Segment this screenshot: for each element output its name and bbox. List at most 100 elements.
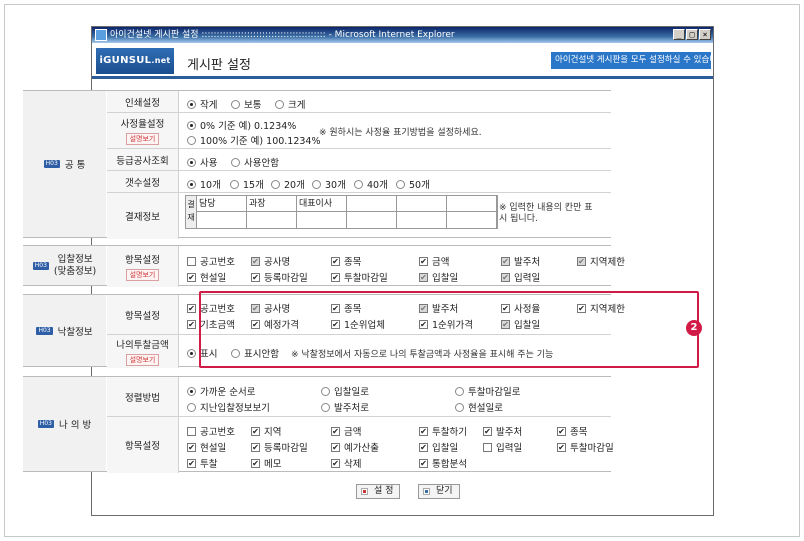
section-label: 공 통 bbox=[64, 160, 86, 171]
row-rate: 사정율설정설명보기 0% 기준 예) 0.1234% 100% 기준 예) 10… bbox=[107, 113, 611, 149]
rate-note: ※ 원하시는 사정율 표기방법을 설정하세요. bbox=[319, 128, 482, 138]
approval-cell[interactable] bbox=[447, 196, 497, 212]
approval-note: ※ 입력한 내용의 칸만 표시 됩니다. bbox=[499, 203, 593, 224]
window-title: 아이건설넷 게시판 설정 :::::::::::::::::::::::::::… bbox=[110, 30, 455, 40]
radio-count-40[interactable]: 40개 bbox=[354, 177, 388, 191]
row-label: 사정율설정 bbox=[120, 119, 165, 130]
row-approval: 결재정보 결재 담당 과장 대표이사 ※ 입력한 내용의 칸만 표시 됩니다. bbox=[107, 193, 611, 239]
radio-sort-near[interactable]: 가까운 순서로 bbox=[187, 384, 255, 398]
radio-sort-bid[interactable]: 입찰일로 bbox=[321, 384, 369, 398]
section-label: 나 의 방 bbox=[58, 420, 92, 431]
approval-cell-empty[interactable] bbox=[297, 212, 347, 228]
checkbox-item[interactable]: ✔ 입찰일 bbox=[419, 270, 458, 284]
help-button[interactable]: 설명보기 bbox=[125, 133, 160, 145]
approval-cell-empty[interactable] bbox=[197, 212, 247, 228]
checkbox-item[interactable]: ✔ 메모 bbox=[251, 456, 281, 470]
checkbox-item[interactable]: ✔ 지역제한 bbox=[577, 254, 625, 268]
title-bar: 아이건설넷 게시판 설정 :::::::::::::::::::::::::::… bbox=[92, 27, 713, 43]
row-label: 항목설정 bbox=[125, 310, 160, 322]
approval-cell-empty[interactable] bbox=[447, 212, 497, 228]
radio-print-small[interactable]: 작게 bbox=[187, 97, 217, 111]
close-button[interactable]: 닫기 bbox=[418, 484, 460, 499]
checkbox-item[interactable]: ✔ 삭제 bbox=[331, 456, 361, 470]
help-button[interactable]: 설명보기 bbox=[125, 269, 160, 281]
radio-count-30[interactable]: 30개 bbox=[312, 177, 346, 191]
checkbox-item[interactable]: ✔ 등록마감일 bbox=[251, 440, 308, 454]
row-label: 결재정보 bbox=[125, 212, 160, 223]
checkbox-item[interactable]: 공고번호 bbox=[187, 424, 235, 438]
row-label: 항목설정 bbox=[125, 255, 160, 266]
radio-grade-nouse[interactable]: 사용안함 bbox=[231, 155, 279, 169]
checkbox-item[interactable]: 공고번호 bbox=[187, 254, 235, 268]
set-all-button[interactable]: 아이건설넷 게시판을 모두 설정하실 수 있습니다. bbox=[551, 52, 711, 69]
save-button[interactable]: 설 정 bbox=[356, 484, 401, 499]
checkbox-item[interactable]: ✔ 현설일 bbox=[187, 270, 226, 284]
radio-grade-use[interactable]: 사용 bbox=[187, 155, 217, 169]
row-label: 갯수설정 bbox=[125, 177, 160, 189]
row-sort: 정렬방법 가까운 순서로 입찰일로 투찰마감일로 지난입찰정보보기 발주처로 현… bbox=[107, 377, 611, 417]
row-count: 갯수설정 10개 15개 20개 30개 40개 50개 bbox=[107, 171, 611, 193]
minimize-button[interactable]: _ bbox=[673, 29, 685, 40]
page-header: iGUNSUL.net 게시판 설정 아이건설넷 게시판을 모두 설정하실 수 … bbox=[92, 43, 713, 79]
row-label: 인쇄설정 bbox=[125, 97, 160, 109]
checkbox-item[interactable]: ✔ 금액 bbox=[419, 254, 449, 268]
section-tag: H03 bbox=[32, 261, 49, 270]
checkbox-item[interactable]: ✔ 투찰마감일 bbox=[557, 440, 614, 454]
section-tag: H03 bbox=[43, 160, 60, 168]
radio-print-normal[interactable]: 보통 bbox=[231, 97, 261, 111]
row-label: 정렬방법 bbox=[125, 392, 160, 404]
approval-cell[interactable]: 대표이사 bbox=[297, 196, 347, 212]
radio-print-large[interactable]: 크게 bbox=[275, 97, 305, 111]
checkbox-item[interactable]: ✔ 종목 bbox=[331, 254, 361, 268]
approval-cell-empty[interactable] bbox=[247, 212, 297, 228]
radio-count-10[interactable]: 10개 bbox=[187, 177, 221, 191]
section-label: 낙찰정보 bbox=[57, 326, 93, 338]
approval-cell[interactable]: 담당 bbox=[197, 196, 247, 212]
checkbox-item[interactable]: ✔ 발주처 bbox=[501, 254, 540, 268]
radio-rate-100[interactable]: 100% 기준 예) 100.1234% bbox=[187, 133, 321, 147]
radio-count-20[interactable]: 20개 bbox=[271, 177, 305, 191]
section-bid: H03 입찰정보 (맞춤정보) 항목설정 설명보기 공고번호 ✔ 공사명 ✔ 종목 ✔ 금액 ✔ 발주… bbox=[23, 245, 625, 287]
checkbox-item[interactable]: ✔ 입력일 bbox=[501, 270, 540, 284]
checkbox-item[interactable]: 입력일 bbox=[483, 440, 522, 454]
radio-sort-deadline[interactable]: 투찰마감일로 bbox=[455, 384, 520, 398]
approval-cell-empty[interactable] bbox=[347, 212, 397, 228]
row-label: 나의투찰금액 bbox=[116, 340, 169, 351]
ie-icon bbox=[95, 29, 107, 41]
approval-table: 결재 담당 과장 대표이사 bbox=[185, 195, 498, 229]
approval-cell[interactable] bbox=[397, 196, 447, 212]
checkbox-item[interactable]: ✔ 발주처 bbox=[483, 424, 522, 438]
row-bid-items: 항목설정설명보기 공고번호 ✔ 공사명 ✔ 종목 ✔ 금액 ✔ 발주처 ✔ 지역제한 ✔ 현설일 ✔ 등록마… bbox=[107, 246, 625, 287]
maximize-button[interactable]: □ bbox=[686, 29, 698, 40]
approval-cell[interactable]: 과장 bbox=[247, 196, 297, 212]
approval-cell-empty[interactable] bbox=[397, 212, 447, 228]
checkbox-item[interactable]: ✔ 공사명 bbox=[251, 254, 290, 268]
radio-count-50[interactable]: 50개 bbox=[396, 177, 430, 191]
highlight-box bbox=[199, 291, 699, 368]
checkbox-item[interactable]: ✔ 투찰 bbox=[187, 456, 217, 470]
radio-sort-orderer[interactable]: 발주처로 bbox=[321, 400, 369, 414]
radio-sort-site[interactable]: 현설일로 bbox=[455, 400, 503, 414]
logo: iGUNSUL.net bbox=[96, 48, 174, 74]
radio-count-15[interactable]: 15개 bbox=[230, 177, 264, 191]
approval-side-label: 결재 bbox=[186, 196, 197, 228]
approval-cell[interactable] bbox=[347, 196, 397, 212]
checkbox-item[interactable]: ✔ 현설일 bbox=[187, 440, 226, 454]
checkbox-item[interactable]: ✔ 통합분석 bbox=[419, 456, 467, 470]
save-icon bbox=[361, 488, 368, 495]
section-common: H03 공 통 인쇄설정 작게 보통 크게 사정율설정설명보기 0% 기준 예) … bbox=[23, 90, 611, 239]
checkbox-item[interactable]: ✔ 지역 bbox=[251, 424, 281, 438]
checkbox-item[interactable]: ✔ 투찰하기 bbox=[419, 424, 467, 438]
checkbox-item[interactable]: ✔ 등록마감일 bbox=[251, 270, 308, 284]
close-window-button[interactable]: × bbox=[699, 29, 711, 40]
help-button[interactable]: 설명보기 bbox=[125, 354, 160, 366]
row-label: 등급공사조회 bbox=[116, 155, 169, 167]
checkbox-item[interactable]: ✔ 예가산출 bbox=[331, 440, 379, 454]
radio-rate-0[interactable]: 0% 기준 예) 0.1234% bbox=[187, 118, 296, 132]
checkbox-item[interactable]: ✔ 금액 bbox=[331, 424, 361, 438]
checkbox-item[interactable]: ✔ 투찰마감일 bbox=[331, 270, 388, 284]
checkbox-item[interactable]: ✔ 종목 bbox=[557, 424, 587, 438]
section-tag: H03 bbox=[36, 326, 53, 335]
checkbox-item[interactable]: ✔ 입찰일 bbox=[419, 440, 458, 454]
radio-sort-past[interactable]: 지난입찰정보보기 bbox=[187, 400, 270, 414]
